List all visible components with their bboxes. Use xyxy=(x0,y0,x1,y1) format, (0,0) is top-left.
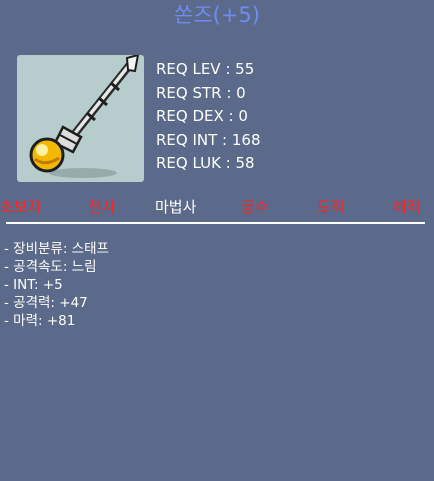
job-pirate: 해적 xyxy=(393,198,421,216)
stat-magic: - 마력: +81 xyxy=(4,313,76,329)
requirements-list: REQ LEV : 55 REQ STR : 0 REQ DEX : 0 REQ… xyxy=(156,58,261,176)
stats-list: - 장비분류: 스태프 - 공격속도: 느림 - INT: +5 - 공격력: … xyxy=(4,240,109,330)
staff-icon xyxy=(29,55,140,178)
req-dex: REQ DEX : 0 xyxy=(156,107,248,125)
job-availability-row: 초보자 전사 마법사 궁수 도적 해적 xyxy=(0,195,434,219)
divider xyxy=(6,222,425,224)
req-int: REQ INT : 168 xyxy=(156,130,261,149)
stat-int: - INT: +5 xyxy=(4,277,63,293)
req-luk: REQ LUK : 58 xyxy=(156,154,255,172)
item-name: 쏜즈(+5) xyxy=(174,3,260,27)
job-warrior: 전사 xyxy=(88,198,116,216)
job-bowman: 궁수 xyxy=(241,198,269,216)
job-beginner: 초보자 xyxy=(0,198,42,216)
stat-category: - 장비분류: 스태프 xyxy=(4,241,109,257)
req-str: REQ STR : 0 xyxy=(156,83,246,102)
stat-attack-speed: - 공격속도: 느림 xyxy=(4,259,97,275)
job-thief: 도적 xyxy=(317,198,345,216)
req-level: REQ LEV : 55 xyxy=(156,60,255,78)
stat-attack: - 공격력: +47 xyxy=(4,295,88,311)
job-magician: 마법사 xyxy=(155,198,197,216)
item-icon-frame xyxy=(17,55,144,182)
